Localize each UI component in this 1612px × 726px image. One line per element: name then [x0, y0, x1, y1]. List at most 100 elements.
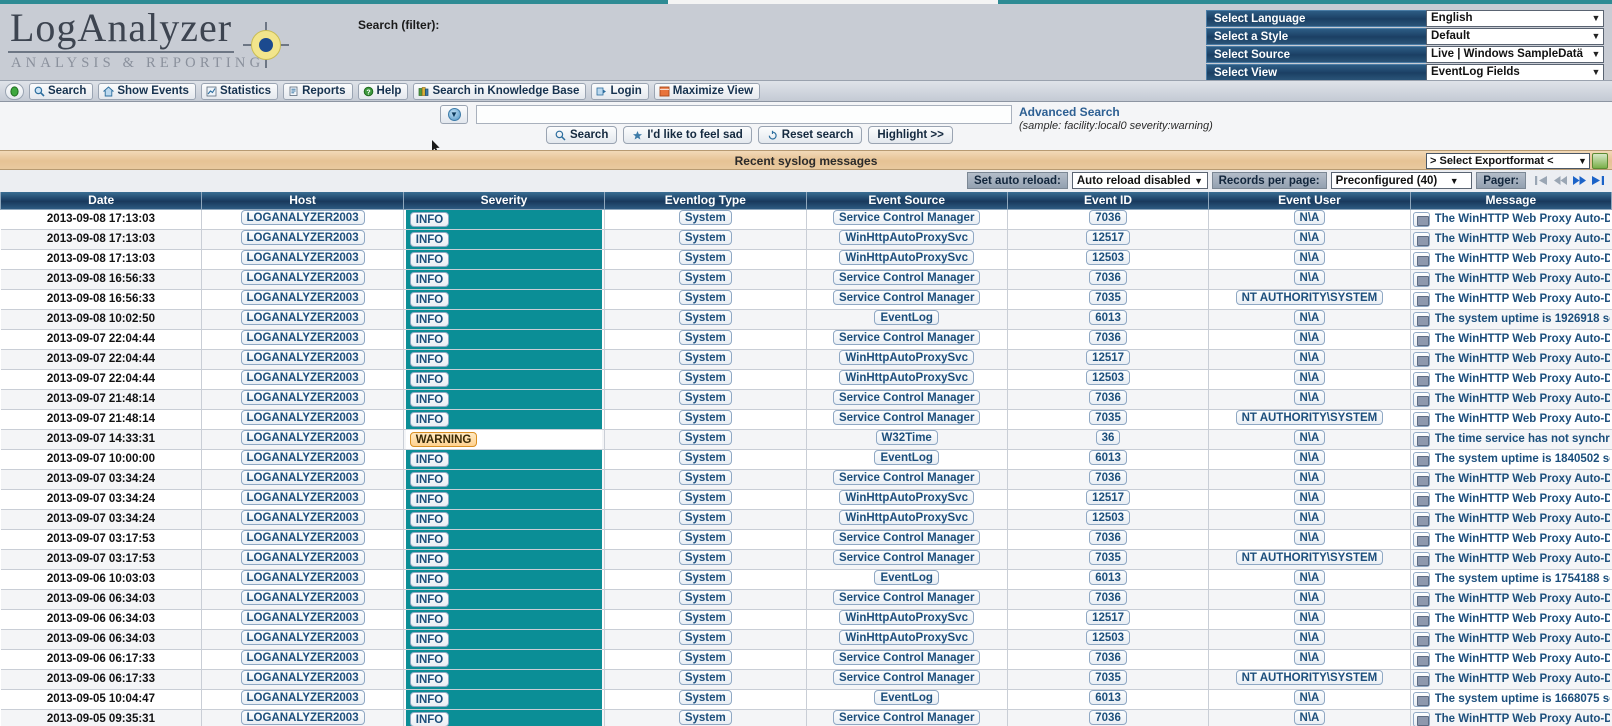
cell-event-source-pill[interactable]: Service Control Manager [832, 390, 981, 405]
cell-event-source-pill[interactable]: Service Control Manager [832, 290, 981, 305]
message-detail-icon[interactable] [1412, 531, 1430, 547]
cell-event-source-pill[interactable]: WinHttpAutoProxySvc [839, 250, 974, 265]
cell-eventlog-type-pill[interactable]: System [678, 630, 732, 645]
message-text[interactable]: The WinHTTP Web Proxy Auto-Discovery Ser… [1435, 393, 1610, 405]
table-row[interactable]: 2013-09-07 22:04:44 LOGANALYZER2003 INFO Sy… [0, 349, 1612, 370]
highlight-button[interactable]: Highlight >> [868, 126, 953, 144]
select-style-dropdown[interactable]: Default ▼ [1426, 27, 1604, 45]
cell-event-id-pill[interactable]: 7035 [1089, 670, 1127, 685]
severity-badge[interactable]: INFO [409, 311, 450, 327]
column-header-event-id[interactable]: Event ID [1006, 192, 1210, 210]
nav-button-knowledge-base[interactable]: Search in Knowledge Base [413, 82, 587, 100]
cell-event-source-pill[interactable]: WinHttpAutoProxySvc [839, 230, 974, 245]
cell-date[interactable]: 2013-09-07 21:48:14 [0, 409, 203, 430]
cell-event-source-pill[interactable]: WinHttpAutoProxySvc [839, 370, 974, 385]
cell-date[interactable]: 2013-09-07 21:48:14 [0, 389, 203, 410]
search-history-dropdown-button[interactable]: ▼ [440, 105, 468, 124]
advanced-search-title[interactable]: Advanced Search [1019, 105, 1359, 119]
cell-date[interactable]: 2013-09-06 06:17:33 [0, 649, 203, 670]
cell-host-pill[interactable]: LOGANALYZER2003 [240, 530, 365, 545]
nav-button-reports[interactable]: Reports [283, 82, 353, 100]
message-text[interactable]: The WinHTTP Web Proxy Auto-Discovery Ser… [1435, 613, 1610, 625]
table-row[interactable]: 2013-09-08 16:56:33 LOGANALYZER2003 INFO Sy… [0, 269, 1612, 290]
table-row[interactable]: 2013-09-08 10:02:50 LOGANALYZER2003 INFO Sy… [0, 309, 1612, 330]
cell-date[interactable]: 2013-09-08 16:56:33 [0, 289, 203, 310]
cell-eventlog-type-pill[interactable]: System [678, 710, 732, 725]
cell-event-id-pill[interactable]: 6013 [1089, 690, 1127, 705]
cell-event-user-pill[interactable]: N\A [1293, 310, 1326, 325]
cell-event-id-pill[interactable]: 7035 [1089, 290, 1127, 305]
cell-date[interactable]: 2013-09-07 03:34:24 [0, 509, 203, 530]
message-detail-icon[interactable] [1412, 471, 1430, 487]
cell-eventlog-type-pill[interactable]: System [678, 550, 732, 565]
message-text[interactable]: The WinHTTP Web Proxy Auto-Discovery Ser… [1435, 273, 1610, 285]
cell-event-id-pill[interactable]: 12503 [1086, 370, 1131, 385]
cell-event-id-pill[interactable]: 7036 [1089, 710, 1127, 725]
cell-event-id-pill[interactable]: 12503 [1086, 510, 1131, 525]
cell-event-id-pill[interactable]: 7036 [1089, 590, 1127, 605]
message-text[interactable]: The system uptime is 1668075 seconds. [1435, 693, 1610, 705]
cell-eventlog-type-pill[interactable]: System [678, 650, 732, 665]
table-row[interactable]: 2013-09-05 10:04:47 LOGANALYZER2003 INFO Sy… [0, 689, 1612, 710]
cell-eventlog-type-pill[interactable]: System [678, 690, 732, 705]
severity-badge[interactable]: INFO [409, 291, 450, 307]
cell-date[interactable]: 2013-09-06 06:34:03 [0, 609, 203, 630]
cell-eventlog-type-pill[interactable]: System [678, 510, 732, 525]
cell-host-pill[interactable]: LOGANALYZER2003 [240, 350, 365, 365]
message-detail-icon[interactable] [1412, 291, 1430, 307]
severity-badge[interactable]: INFO [409, 611, 450, 627]
nav-button-help[interactable]: ? Help [357, 82, 409, 100]
cell-host-pill[interactable]: LOGANALYZER2003 [240, 590, 365, 605]
cell-eventlog-type-pill[interactable]: System [678, 390, 732, 405]
cell-host-pill[interactable]: LOGANALYZER2003 [240, 370, 365, 385]
table-row[interactable]: 2013-09-08 17:13:03 LOGANALYZER2003 INFO Sy… [0, 229, 1612, 250]
message-detail-icon[interactable] [1412, 651, 1430, 667]
cell-eventlog-type-pill[interactable]: System [678, 590, 732, 605]
cell-host-pill[interactable]: LOGANALYZER2003 [240, 410, 365, 425]
first-page-icon[interactable] [1534, 174, 1549, 187]
message-detail-icon[interactable] [1412, 431, 1430, 447]
severity-badge[interactable]: INFO [409, 331, 450, 347]
cell-date[interactable]: 2013-09-07 10:00:00 [0, 449, 203, 470]
cell-event-source-pill[interactable]: EventLog [874, 310, 939, 325]
message-detail-icon[interactable] [1412, 391, 1430, 407]
cell-event-id-pill[interactable]: 7036 [1089, 210, 1127, 225]
message-detail-icon[interactable] [1412, 271, 1430, 287]
cell-event-source-pill[interactable]: EventLog [874, 690, 939, 705]
cell-eventlog-type-pill[interactable]: System [678, 290, 732, 305]
table-row[interactable]: 2013-09-08 17:13:03 LOGANALYZER2003 INFO Sy… [0, 209, 1612, 230]
export-format-dropdown[interactable]: > Select Exportformat < ▼ [1426, 153, 1590, 169]
feel-sad-button[interactable]: I'd like to feel sad [623, 126, 752, 144]
cell-date[interactable]: 2013-09-05 10:04:47 [0, 689, 203, 710]
cell-date[interactable]: 2013-09-07 03:34:24 [0, 469, 203, 490]
message-text[interactable]: The system uptime is 1926918 seconds. [1435, 313, 1610, 325]
cell-host-pill[interactable]: LOGANALYZER2003 [240, 490, 365, 505]
table-row[interactable]: 2013-09-06 06:34:03 LOGANALYZER2003 INFO Sy… [0, 589, 1612, 610]
cell-event-id-pill[interactable]: 12517 [1086, 490, 1131, 505]
cell-host-pill[interactable]: LOGANALYZER2003 [240, 450, 365, 465]
severity-badge[interactable]: INFO [409, 471, 450, 487]
cell-event-id-pill[interactable]: 12517 [1086, 230, 1131, 245]
export-icon[interactable] [1592, 153, 1608, 169]
message-detail-icon[interactable] [1412, 351, 1430, 367]
message-text[interactable]: The WinHTTP Web Proxy Auto-Discovery Ser… [1435, 233, 1610, 245]
cell-date[interactable]: 2013-09-08 17:13:03 [0, 229, 203, 250]
cell-host-pill[interactable]: LOGANALYZER2003 [240, 270, 365, 285]
cell-host-pill[interactable]: LOGANALYZER2003 [240, 390, 365, 405]
column-header-severity[interactable]: Severity [402, 192, 606, 210]
cell-date[interactable]: 2013-09-07 14:33:31 [0, 429, 203, 450]
severity-badge[interactable]: INFO [409, 351, 450, 367]
cell-eventlog-type-pill[interactable]: System [678, 370, 732, 385]
message-text[interactable]: The WinHTTP Web Proxy Auto-Discovery Ser… [1435, 493, 1610, 505]
select-view-dropdown[interactable]: EventLog Fields ▼ [1426, 63, 1604, 81]
cell-date[interactable]: 2013-09-08 16:56:33 [0, 269, 203, 290]
message-text[interactable]: The WinHTTP Web Proxy Auto-Discovery Ser… [1435, 593, 1610, 605]
cell-event-id-pill[interactable]: 12517 [1086, 610, 1131, 625]
cell-event-id-pill[interactable]: 6013 [1089, 450, 1127, 465]
message-text[interactable]: The WinHTTP Web Proxy Auto-Discovery Ser… [1435, 213, 1610, 225]
message-text[interactable]: The WinHTTP Web Proxy Auto-Discovery Ser… [1435, 553, 1610, 565]
cell-host-pill[interactable]: LOGANALYZER2003 [240, 670, 365, 685]
message-detail-icon[interactable] [1412, 311, 1430, 327]
reset-search-button[interactable]: Reset search [757, 126, 863, 144]
cell-event-user-pill[interactable]: N\A [1293, 490, 1326, 505]
